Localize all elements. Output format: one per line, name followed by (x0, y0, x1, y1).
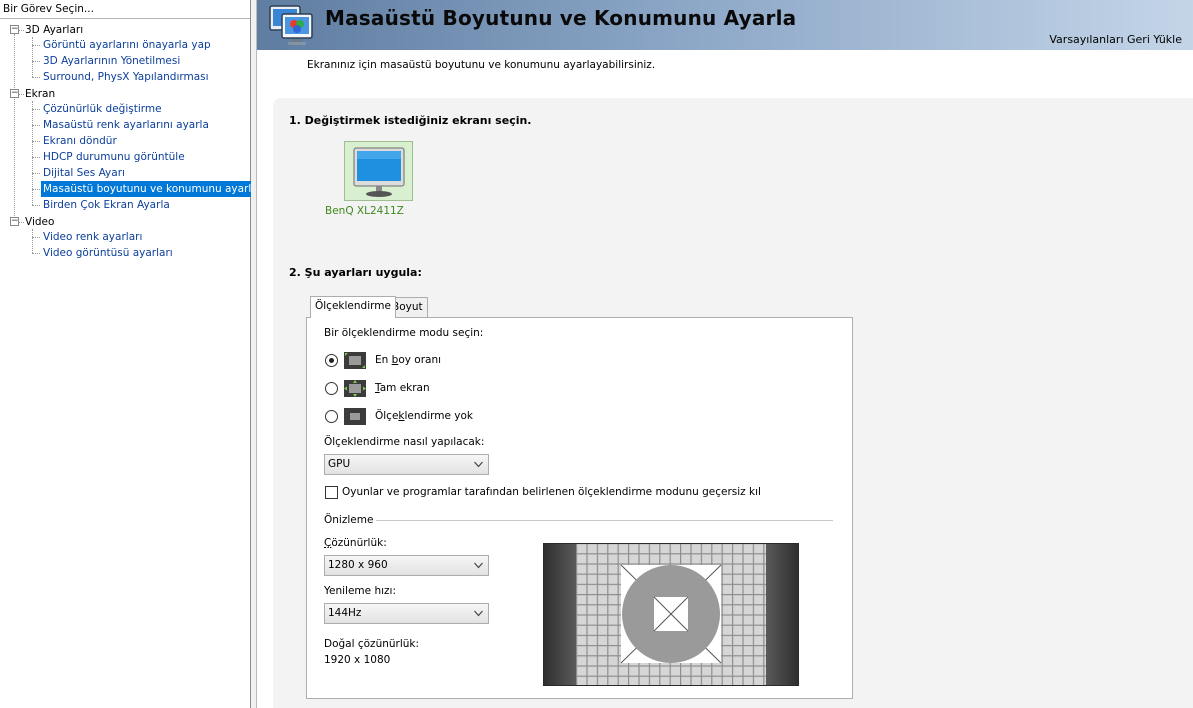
content-pane: Masaüstü Boyutunu ve Konumunu Ayarla Var… (256, 0, 1193, 708)
override-scaling-label[interactable]: Oyunlar ve programlar tarafından belirle… (342, 486, 761, 498)
tree-group-3d-settings[interactable]: 3D Ayarları (25, 22, 83, 38)
native-resolution-value: 1920 x 1080 (324, 654, 391, 666)
restore-defaults-link[interactable]: Varsayılanları Geri Yükle (1049, 33, 1182, 46)
chevron-down-icon (474, 562, 483, 569)
tree-connector (32, 253, 40, 254)
monitor-icon (353, 147, 405, 197)
task-tree-panel: Bir Görev Seçin... − 3D Ayarları Görüntü… (0, 0, 260, 708)
scaling-tab-panel: Bir ölçeklendirme modu seçin: En boy ora… (306, 317, 853, 699)
tab-scaling[interactable]: Ölçeklendirme (310, 296, 396, 318)
refresh-label: Yenileme hızı: (324, 585, 396, 597)
mode-aspect-ratio-radio[interactable] (325, 354, 338, 367)
override-scaling-checkbox[interactable] (325, 486, 338, 499)
tree-item-change-resolution[interactable]: Çözünürlük değiştirme (41, 101, 164, 117)
tree-group-display[interactable]: Ekran (25, 86, 55, 102)
scaling-method-select[interactable]: GPU (324, 454, 489, 475)
tree-connector (19, 30, 24, 31)
resolution-select[interactable]: 1280 x 960 (324, 555, 489, 576)
tree-connector (19, 94, 24, 95)
tree-connector (32, 237, 40, 238)
collapse-icon[interactable]: − (10, 25, 19, 34)
full-screen-icon (344, 380, 366, 397)
settings-panel: 1. Değiştirmek istediğiniz ekranı seçin.… (273, 98, 1193, 708)
mode-no-scaling-radio[interactable] (325, 410, 338, 423)
tree-connector (32, 173, 40, 174)
task-tree-divider (0, 18, 250, 19)
step2-heading: 2. Şu ayarları uygula: (289, 266, 422, 279)
mode-full-screen-radio[interactable] (325, 382, 338, 395)
tree-connector (32, 61, 40, 62)
tree-connector (19, 222, 24, 223)
tree-connector (32, 189, 40, 190)
page-title: Masaüstü Boyutunu ve Konumunu Ayarla (325, 6, 797, 30)
tree-item-desktop-color[interactable]: Masaüstü renk ayarlarını ayarla (41, 117, 211, 133)
mode-aspect-ratio-label[interactable]: En boy oranı (375, 354, 441, 366)
step1-heading: 1. Değiştirmek istediğiniz ekranı seçin. (289, 114, 532, 127)
page-banner: Masaüstü Boyutunu ve Konumunu Ayarla Var… (257, 0, 1193, 50)
tree-connector (32, 37, 33, 77)
resolution-value: 1280 x 960 (328, 559, 388, 571)
tree-connector (32, 77, 40, 78)
chevron-down-icon (474, 610, 483, 617)
preview-group-label: Önizleme (324, 514, 374, 526)
mode-no-scaling-label[interactable]: Ölçeklendirme yok (375, 410, 473, 422)
native-resolution-label: Doğal çözünürlük: (324, 638, 420, 650)
task-tree-title: Bir Görev Seçin... (3, 3, 94, 15)
tree-item-multiple-displays[interactable]: Birden Çok Ekran Ayarla (41, 197, 172, 213)
display-name[interactable]: BenQ XL2411Z (325, 205, 404, 217)
tree-connector (32, 109, 40, 110)
chevron-down-icon (474, 461, 483, 468)
refresh-rate-select[interactable]: 144Hz (324, 603, 489, 624)
tree-item-video-image[interactable]: Video görüntüsü ayarları (41, 245, 175, 261)
tree-item-hdcp-status[interactable]: HDCP durumunu görüntüle (41, 149, 187, 165)
tree-connector (32, 141, 40, 142)
tree-connector (32, 205, 40, 206)
resolution-label: Çözünürlük: (324, 537, 387, 549)
no-scaling-icon (344, 408, 366, 425)
method-label: Ölçeklendirme nasıl yapılacak: (324, 436, 485, 448)
aspect-ratio-icon (344, 352, 366, 369)
display-card[interactable] (344, 141, 413, 201)
preview-group-divider (376, 520, 833, 521)
tree-connector (32, 157, 40, 158)
tree-connector (14, 34, 15, 222)
collapse-icon[interactable]: − (10, 217, 19, 226)
tree-item-image-presets[interactable]: Görüntü ayarlarını önayarla yap (41, 37, 213, 53)
mode-full-screen-label[interactable]: Tam ekran (375, 382, 430, 394)
tree-connector (32, 229, 33, 253)
refresh-rate-value: 144Hz (328, 607, 362, 619)
tree-item-digital-audio[interactable]: Dijital Ses Ayarı (41, 165, 127, 181)
tree-connector (32, 45, 40, 46)
tree-item-manage-3d[interactable]: 3D Ayarlarının Yönetilmesi (41, 53, 182, 69)
tree-item-rotate-display[interactable]: Ekranı döndür (41, 133, 119, 149)
tree-group-video[interactable]: Video (25, 214, 54, 230)
tree-connector (32, 125, 40, 126)
preview-test-pattern (543, 543, 799, 686)
mode-prompt: Bir ölçeklendirme modu seçin: (324, 327, 484, 339)
tree-item-desktop-size-position[interactable]: Masaüstü boyutunu ve konumunu ayarla (41, 181, 260, 197)
collapse-icon[interactable]: − (10, 89, 19, 98)
page-description: Ekranınız için masaüstü boyutunu ve konu… (307, 59, 656, 71)
tree-item-video-color[interactable]: Video renk ayarları (41, 229, 144, 245)
tree-item-surround-physx[interactable]: Surround, PhysX Yapılandırması (41, 69, 211, 85)
display-settings-icon (269, 5, 313, 45)
scaling-method-value: GPU (328, 458, 351, 470)
